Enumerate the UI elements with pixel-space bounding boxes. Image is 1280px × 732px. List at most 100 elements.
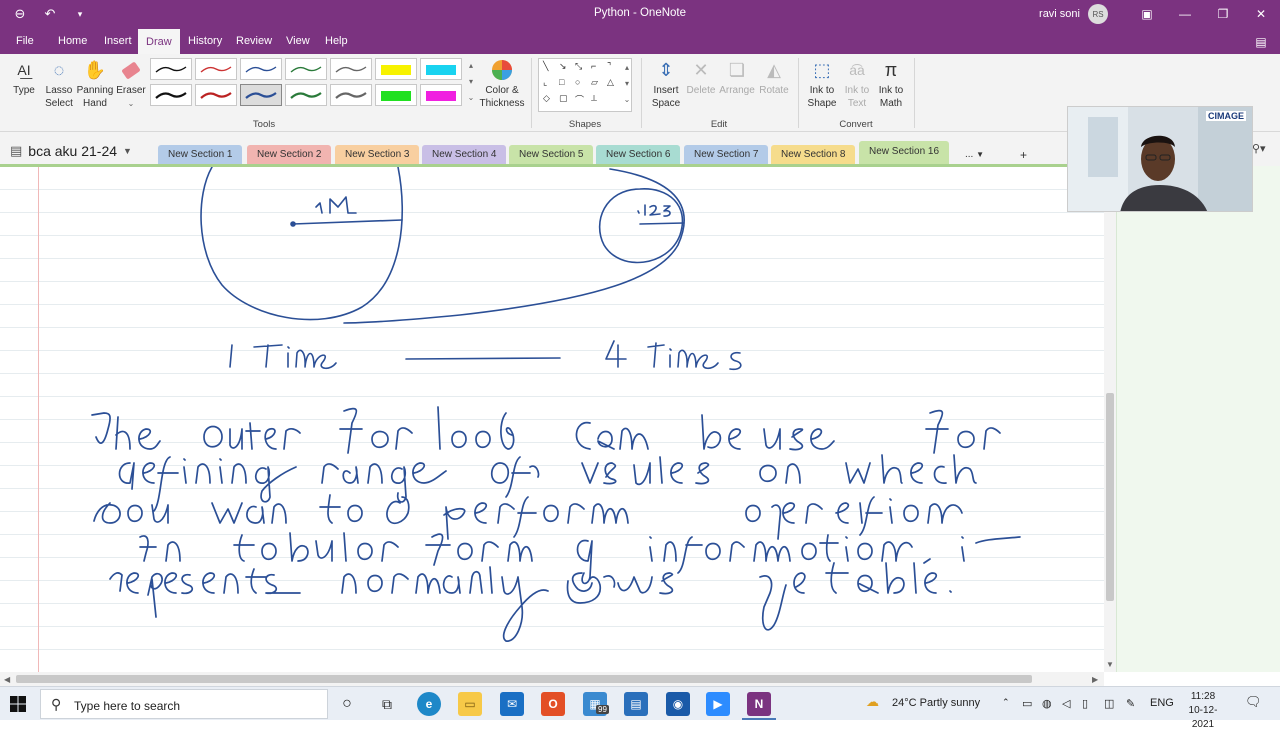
maximize-icon[interactable]: ❐	[1204, 0, 1242, 28]
vertical-scroll-thumb[interactable]	[1106, 393, 1114, 601]
app-icon[interactable]: ▤	[624, 692, 648, 716]
double-arrow-shape-icon[interactable]: ⤡	[575, 61, 582, 72]
section-tab-16[interactable]: New Section 16	[859, 141, 950, 166]
section-tab-5[interactable]: New Section 5	[509, 145, 594, 165]
scroll-down-icon[interactable]: ▼	[1106, 660, 1114, 669]
section-tab-2[interactable]: New Section 2	[247, 145, 332, 165]
mail-icon[interactable]: ✉	[500, 692, 524, 716]
ink-to-text-button[interactable]: a͡a Ink to Text	[840, 58, 874, 110]
menu-file[interactable]: File	[8, 28, 42, 54]
menu-view[interactable]: View	[278, 28, 318, 54]
parallelogram-shape-icon[interactable]: ▱	[591, 77, 598, 88]
weather-text[interactable]: 24°C Partly sunny	[892, 697, 980, 709]
pen-gray-thick[interactable]	[330, 84, 372, 106]
notebook-picker[interactable]: ▤ bca aku 21-24 ▼	[10, 143, 132, 159]
eraser-dropdown-icon[interactable]: ⌄	[114, 97, 148, 110]
section-tab-1[interactable]: New Section 1	[158, 145, 243, 165]
ink-to-shape-button[interactable]: ⬚ Ink to Shape	[804, 58, 840, 110]
note-page-canvas[interactable]	[0, 167, 1104, 672]
menu-review[interactable]: Review	[228, 28, 280, 54]
eraser-button[interactable]: Eraser ⌄	[114, 58, 148, 110]
section-tab-3[interactable]: New Section 3	[335, 145, 420, 165]
shapes-scroll[interactable]: ▴ ▾ ⌄	[622, 60, 632, 108]
axis-3d-shape-icon[interactable]: ⟂	[591, 93, 597, 104]
battery-icon[interactable]: ▯	[1082, 697, 1088, 710]
webex-icon[interactable]: ◉	[666, 692, 690, 716]
menu-insert[interactable]: Insert	[96, 28, 140, 54]
arrow-shape-icon[interactable]: ↘	[559, 61, 567, 72]
panning-hand-button[interactable]: ✋ Panning Hand	[76, 58, 114, 110]
section-tab-8[interactable]: New Section 8	[771, 145, 856, 165]
chevron-up-icon[interactable]: ⌃	[1002, 697, 1010, 708]
delete-button[interactable]: ✕ Delete	[684, 58, 718, 97]
taskbar-search-input[interactable]: ⚲ Type here to search	[40, 689, 328, 719]
axis-shape-icon[interactable]: ⌞	[543, 77, 547, 88]
ink-to-math-button[interactable]: π Ink to Math	[874, 58, 908, 110]
pen-red-thin[interactable]	[195, 58, 237, 80]
highlighter-yellow[interactable]	[375, 58, 417, 80]
menu-history[interactable]: History	[180, 28, 230, 54]
ribbon-display-options-icon[interactable]: ▣	[1128, 0, 1166, 28]
cortana-icon[interactable]: ○	[335, 692, 359, 716]
highlighter-magenta[interactable]	[420, 84, 462, 106]
wifi-icon[interactable]: ◍	[1042, 697, 1052, 710]
arrange-button[interactable]: ❏ Arrange	[716, 58, 758, 97]
onenote-icon[interactable]: N	[747, 692, 771, 716]
section-tab-7[interactable]: New Section 7	[684, 145, 769, 165]
highlighter-green[interactable]	[375, 84, 417, 106]
line-shape-icon[interactable]: ╲	[543, 61, 548, 72]
more-sections-button[interactable]: ... ▼	[955, 145, 994, 165]
page-list-panel[interactable]	[1116, 166, 1280, 672]
scroll-left-icon[interactable]: ◀	[4, 675, 10, 684]
task-view-icon[interactable]: ⧉	[375, 692, 399, 716]
triangle-shape-icon[interactable]: △	[607, 77, 614, 88]
search-icon[interactable]: ⚲▾	[1252, 142, 1266, 155]
type-button[interactable]: A͟I Type	[8, 58, 40, 97]
curve-shape-icon[interactable]: ⌒	[575, 93, 584, 106]
pen-gallery-scroll[interactable]: ▴ ▾ ⌄	[466, 58, 476, 108]
pen-blue-thin[interactable]	[240, 58, 282, 80]
file-explorer-icon[interactable]: ▭	[458, 692, 482, 716]
weather-icon[interactable]: ☁	[866, 694, 879, 710]
corner-shape-icon[interactable]: ⌐	[591, 61, 596, 71]
volume-icon[interactable]: ◁	[1062, 697, 1070, 710]
panel-toggle-icon[interactable]: ▤	[1242, 28, 1280, 56]
square-shape-icon[interactable]: ▢	[559, 93, 568, 104]
zoom-icon[interactable]: ▶	[706, 692, 730, 716]
menu-help[interactable]: Help	[317, 28, 356, 54]
lasso-select-button[interactable]: ◌ Lasso Select	[42, 58, 76, 110]
edge-icon[interactable]: e	[417, 692, 441, 716]
section-tab-4[interactable]: New Section 4	[422, 145, 507, 165]
ellipse-shape-icon[interactable]: ○	[575, 77, 580, 87]
pen-green-thin[interactable]	[285, 58, 327, 80]
section-tab-6[interactable]: New Section 6	[596, 145, 681, 165]
user-name[interactable]: ravi soni	[1039, 8, 1080, 20]
office-icon[interactable]: O	[541, 692, 565, 716]
language-indicator[interactable]: ENG	[1150, 697, 1174, 709]
menu-draw[interactable]: Draw	[138, 29, 180, 54]
rotate-button[interactable]: ◭ Rotate	[756, 58, 792, 97]
close-icon[interactable]: ✕	[1242, 0, 1280, 28]
quick-access-dropdown-icon[interactable]: ▾	[70, 4, 90, 24]
pen-gray-thin[interactable]	[330, 58, 372, 80]
diamond-shape-icon[interactable]: ◇	[543, 93, 550, 104]
meet-icon[interactable]: ◫	[1104, 697, 1114, 710]
horizontal-scroll-thumb[interactable]	[16, 675, 1032, 683]
add-section-button[interactable]: +	[1010, 145, 1037, 165]
pen-black-thick[interactable]	[150, 84, 192, 106]
elbow-shape-icon[interactable]: ⌝	[607, 61, 611, 72]
pen-green-thick[interactable]	[285, 84, 327, 106]
insert-space-button[interactable]: ⇕ Insert Space	[646, 58, 686, 110]
notifications-icon[interactable]: 🗨	[1245, 694, 1262, 710]
network-icon[interactable]: ▭	[1022, 697, 1032, 710]
pen-red-thick[interactable]	[195, 84, 237, 106]
avatar[interactable]: RS	[1088, 4, 1108, 24]
rectangle-shape-icon[interactable]: □	[559, 77, 564, 87]
highlighter-cyan[interactable]	[420, 58, 462, 80]
scroll-right-icon[interactable]: ▶	[1092, 675, 1098, 684]
undo-icon[interactable]: ↶	[40, 4, 60, 24]
clock[interactable]: 11:28 10-12-2021	[1178, 690, 1228, 732]
back-icon[interactable]: ⊖	[10, 4, 30, 24]
pen-icon[interactable]: ✎	[1126, 697, 1135, 710]
minimize-icon[interactable]: —	[1166, 0, 1204, 28]
